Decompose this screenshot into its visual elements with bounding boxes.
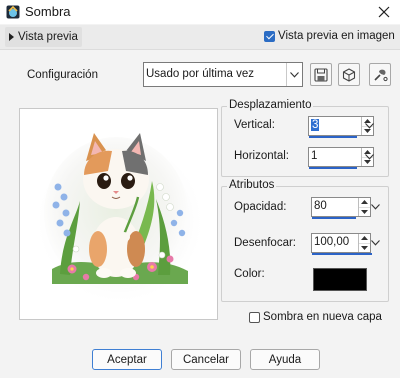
spin-down-icon[interactable] [359,242,370,253]
save-icon [314,67,328,82]
attributes-title: Atributos [227,179,277,191]
save-preset-button[interactable] [310,63,332,86]
help-button[interactable]: Ayuda [250,349,320,370]
title-bar: Sombra [0,0,400,24]
opacity-value[interactable]: 80 [314,200,327,212]
blur-label: Desenfocar: [234,237,297,249]
chevron-down-icon [286,63,302,86]
opacity-dropdown-icon[interactable] [370,197,381,217]
horizontal-dropdown-icon[interactable] [364,147,375,167]
new-layer-label: Sombra en nueva capa [263,311,382,323]
config-label: Configuración [27,69,98,81]
close-button[interactable] [374,2,394,22]
blur-dropdown-icon[interactable] [370,233,381,253]
vertical-value[interactable]: 3 [311,119,320,131]
horizontal-label: Horizontal: [234,150,289,162]
spin-up-icon[interactable] [359,234,370,243]
image-preview-checkbox[interactable]: Vista previa en imagen [264,30,395,42]
config-selected-value: Usado por última vez [146,68,255,80]
cancel-button[interactable]: Cancelar [171,349,241,370]
displacement-title: Desplazamiento [227,99,314,111]
opacity-label: Opacidad: [234,201,287,213]
new-layer-checkbox[interactable]: Sombra en nueva capa [249,311,382,323]
preview-bar: Vista previa Vista previa en imagen [0,25,400,50]
config-select[interactable]: Usado por última vez [143,62,303,87]
cube-icon [342,67,356,82]
color-swatch[interactable] [313,268,367,291]
image-preview-label: Vista previa en imagen [278,30,395,42]
spin-down-icon[interactable] [359,206,370,217]
blur-slider-bar[interactable] [312,253,372,255]
opacity-slider-bar[interactable] [312,217,356,219]
opacity-spinner[interactable]: 80 [311,197,371,219]
vertical-label: Vertical: [234,119,275,131]
expand-triangle-icon [9,33,14,41]
blur-value[interactable]: 100,00 [314,236,349,248]
vertical-dropdown-icon[interactable] [364,116,375,136]
horizontal-slider-bar[interactable] [309,167,357,169]
preview-toggle[interactable]: Vista previa [5,27,82,47]
checkbox-checked-icon [264,30,275,42]
app-icon [6,5,20,19]
kitten-image [20,109,217,319]
spin-up-icon[interactable] [359,198,370,207]
shadow-dialog: Sombra Vista previa Vista previa en imag… [0,0,400,378]
reset-button[interactable] [338,63,360,86]
vertical-slider-bar[interactable] [309,136,357,138]
color-label: Color: [234,268,265,280]
blur-spinner[interactable]: 100,00 [311,233,372,255]
horizontal-value[interactable]: 1 [311,150,317,162]
randomize-icon [373,69,388,81]
checkbox-unchecked-icon [249,311,260,323]
manage-presets-button[interactable] [369,63,391,86]
close-icon [378,6,390,18]
ok-button[interactable]: Aceptar [92,349,162,370]
window-title: Sombra [25,4,71,19]
preview-toggle-label: Vista previa [18,31,78,43]
preview-image[interactable] [19,108,218,320]
